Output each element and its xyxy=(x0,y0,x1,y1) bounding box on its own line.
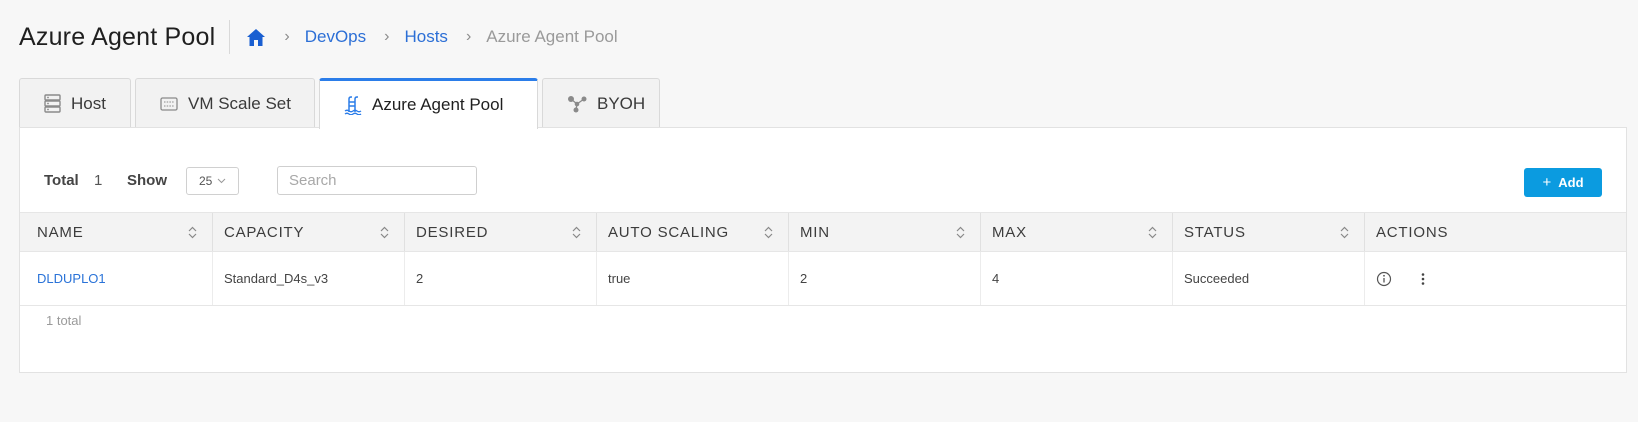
tab-azure-agent-pool[interactable]: Azure Agent Pool xyxy=(319,78,538,129)
server-icon xyxy=(44,94,61,113)
sort-icon xyxy=(188,226,197,239)
column-header-status[interactable]: STATUS xyxy=(1173,213,1365,251)
more-options-icon[interactable] xyxy=(1420,271,1426,287)
cell-desired: 2 xyxy=(405,252,597,305)
add-button[interactable]: + Add xyxy=(1524,168,1602,197)
table-toolbar: Total 1 Show 25 + Add xyxy=(20,128,1626,212)
table-header: NAME CAPACITY DESIRED AUTO SCALING MIN M… xyxy=(20,212,1626,252)
show-label: Show xyxy=(127,172,167,189)
breadcrumb-separator: › xyxy=(384,28,390,45)
sort-icon xyxy=(764,226,773,239)
breadcrumb: › DevOps › Hosts › Azure Agent Pool xyxy=(246,27,618,47)
table-footer-total: 1 total xyxy=(46,313,82,328)
cell-min: 2 xyxy=(789,252,981,305)
sort-icon xyxy=(956,226,965,239)
tab-host[interactable]: Host xyxy=(19,78,131,128)
tab-label: BYOH xyxy=(597,93,646,113)
agent-pool-table: NAME CAPACITY DESIRED AUTO SCALING MIN M… xyxy=(20,212,1626,306)
sort-icon xyxy=(380,226,389,239)
cell-max: 4 xyxy=(981,252,1173,305)
page-size-value: 25 xyxy=(199,174,213,188)
nodes-icon xyxy=(567,95,587,113)
cell-name: DLDUPLO1 xyxy=(20,252,213,305)
tab-bar: Host VM Scale Set Azure Agent Pool BYOH xyxy=(19,78,664,129)
tab-label: Azure Agent Pool xyxy=(372,95,504,114)
breadcrumb-separator: › xyxy=(465,28,472,45)
page-size-select[interactable]: 25 xyxy=(186,167,239,195)
chevron-down-icon xyxy=(217,178,226,184)
column-header-max[interactable]: MAX xyxy=(981,213,1173,251)
cell-status: Succeeded xyxy=(1173,252,1365,305)
search-input[interactable] xyxy=(277,166,477,195)
table-row: DLDUPLO1 Standard_D4s_v3 2 true 2 4 Succ… xyxy=(20,252,1626,306)
plus-icon: + xyxy=(1542,174,1552,191)
content-panel: Total 1 Show 25 + Add NAME CAPACITY D xyxy=(19,127,1627,373)
pool-icon xyxy=(344,95,362,115)
breadcrumb-current: Azure Agent Pool xyxy=(486,27,618,46)
column-header-name[interactable]: NAME xyxy=(20,213,213,251)
breadcrumb-devops[interactable]: DevOps xyxy=(305,27,366,47)
header-divider xyxy=(229,20,231,54)
pool-name-link[interactable]: DLDUPLO1 xyxy=(37,271,106,286)
page-header: Azure Agent Pool › DevOps › Hosts › Azur… xyxy=(19,18,618,56)
tab-label: VM Scale Set xyxy=(188,93,291,113)
column-header-min[interactable]: MIN xyxy=(789,213,981,251)
scale-set-icon xyxy=(160,96,178,111)
total-count: 1 xyxy=(94,172,103,189)
breadcrumb-separator: › xyxy=(284,28,290,45)
column-header-capacity[interactable]: CAPACITY xyxy=(213,213,405,251)
sort-icon xyxy=(1340,226,1349,239)
tab-byoh[interactable]: BYOH xyxy=(542,78,660,128)
column-header-auto-scaling[interactable]: AUTO SCALING xyxy=(597,213,789,251)
cell-actions xyxy=(1365,252,1618,305)
tab-label: Host xyxy=(71,93,106,113)
breadcrumb-hosts[interactable]: Hosts xyxy=(404,27,447,47)
home-icon[interactable] xyxy=(246,28,266,47)
add-label: Add xyxy=(1558,175,1584,190)
sort-icon xyxy=(572,226,581,239)
cell-auto-scaling: true xyxy=(597,252,789,305)
page-title: Azure Agent Pool xyxy=(19,22,216,51)
column-header-desired[interactable]: DESIRED xyxy=(405,213,597,251)
info-icon[interactable] xyxy=(1376,271,1392,287)
tab-vm-scale-set[interactable]: VM Scale Set xyxy=(135,78,315,128)
total-label: Total xyxy=(44,172,79,189)
cell-capacity: Standard_D4s_v3 xyxy=(213,252,405,305)
sort-icon xyxy=(1148,226,1157,239)
column-header-actions: ACTIONS xyxy=(1376,223,1449,241)
